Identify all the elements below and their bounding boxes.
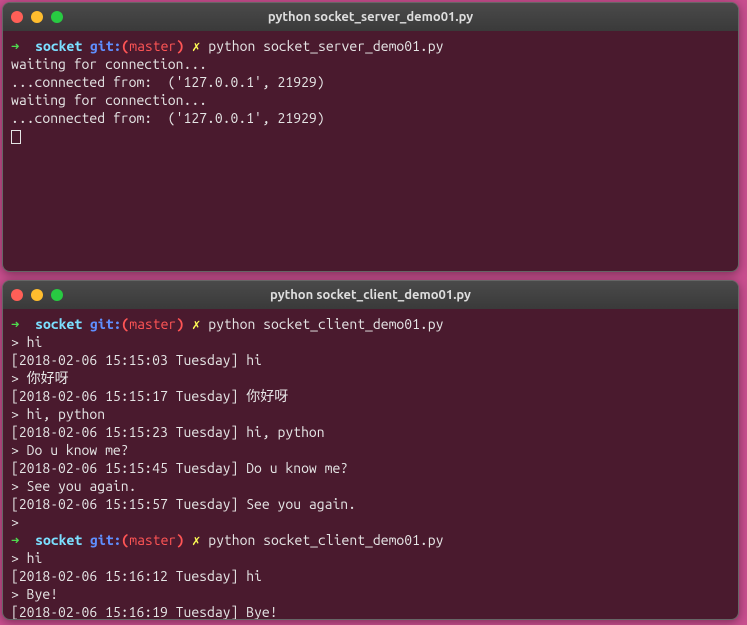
maximize-icon[interactable] (51, 11, 63, 23)
prompt-dirty-icon: ✗ (192, 316, 200, 332)
output-line: > 你好呀 (11, 370, 69, 386)
terminal-window-server[interactable]: python socket_server_demo01.py ➜ socket … (2, 2, 739, 272)
prompt-dirty-icon: ✗ (192, 532, 200, 548)
titlebar[interactable]: python socket_client_demo01.py (3, 281, 738, 309)
close-icon[interactable] (11, 11, 23, 23)
output-line: > See you again. (11, 478, 136, 494)
output-line: [2018-02-06 15:15:17 Tuesday] 你好呀 (11, 388, 288, 404)
command-text: python socket_client_demo01.py (208, 532, 443, 548)
prompt-dirty-icon: ✗ (192, 38, 200, 54)
prompt-directory: socket (35, 316, 82, 332)
output-line: [2018-02-06 15:16:19 Tuesday] Bye! (11, 604, 278, 620)
output-line: [2018-02-06 15:15:57 Tuesday] See you ag… (11, 496, 356, 512)
output-line: waiting for connection... (11, 56, 207, 72)
titlebar[interactable]: python socket_server_demo01.py (3, 3, 738, 31)
output-line: waiting for connection... (11, 92, 207, 108)
prompt-git-label: git: (90, 38, 121, 54)
minimize-icon[interactable] (31, 11, 43, 23)
command-text: python socket_client_demo01.py (208, 316, 443, 332)
output-line: ...connected from: ('127.0.0.1', 21929) (11, 110, 325, 126)
output-line: > hi, python (11, 406, 105, 422)
prompt-branch-close: ) (176, 532, 184, 548)
prompt-git-label: git: (90, 532, 121, 548)
terminal-window-client[interactable]: python socket_client_demo01.py ➜ socket … (2, 280, 739, 620)
command-text: python socket_server_demo01.py (208, 38, 443, 54)
window-title: python socket_server_demo01.py (3, 10, 738, 24)
prompt-arrow-icon: ➜ (11, 532, 19, 548)
window-controls (11, 289, 63, 301)
close-icon[interactable] (11, 289, 23, 301)
output-line: [2018-02-06 15:16:12 Tuesday] hi (11, 568, 262, 584)
window-controls (11, 11, 63, 23)
prompt-arrow-icon: ➜ (11, 316, 19, 332)
output-line: > (11, 514, 27, 530)
output-line: [2018-02-06 15:15:23 Tuesday] hi, python (11, 424, 325, 440)
prompt-directory: socket (35, 38, 82, 54)
output-line: > Do u know me? (11, 442, 129, 458)
prompt-branch-name: master (129, 38, 176, 54)
output-line: ...connected from: ('127.0.0.1', 21929) (11, 74, 325, 90)
prompt-branch-close: ) (176, 38, 184, 54)
cursor-icon (11, 130, 21, 144)
prompt-directory: socket (35, 532, 82, 548)
prompt-branch-name: master (129, 532, 176, 548)
maximize-icon[interactable] (51, 289, 63, 301)
minimize-icon[interactable] (31, 289, 43, 301)
output-line: > hi (11, 334, 42, 350)
output-line: > hi (11, 550, 42, 566)
prompt-branch-close: ) (176, 316, 184, 332)
terminal-content[interactable]: ➜ socket git:(master) ✗ python socket_cl… (3, 309, 738, 620)
output-line: > Bye! (11, 586, 58, 602)
window-title: python socket_client_demo01.py (3, 288, 738, 302)
terminal-content[interactable]: ➜ socket git:(master) ✗ python socket_se… (3, 31, 738, 151)
output-line: [2018-02-06 15:15:03 Tuesday] hi (11, 352, 262, 368)
output-line: [2018-02-06 15:15:45 Tuesday] Do u know … (11, 460, 348, 476)
prompt-git-label: git: (90, 316, 121, 332)
prompt-arrow-icon: ➜ (11, 38, 19, 54)
prompt-branch-name: master (129, 316, 176, 332)
